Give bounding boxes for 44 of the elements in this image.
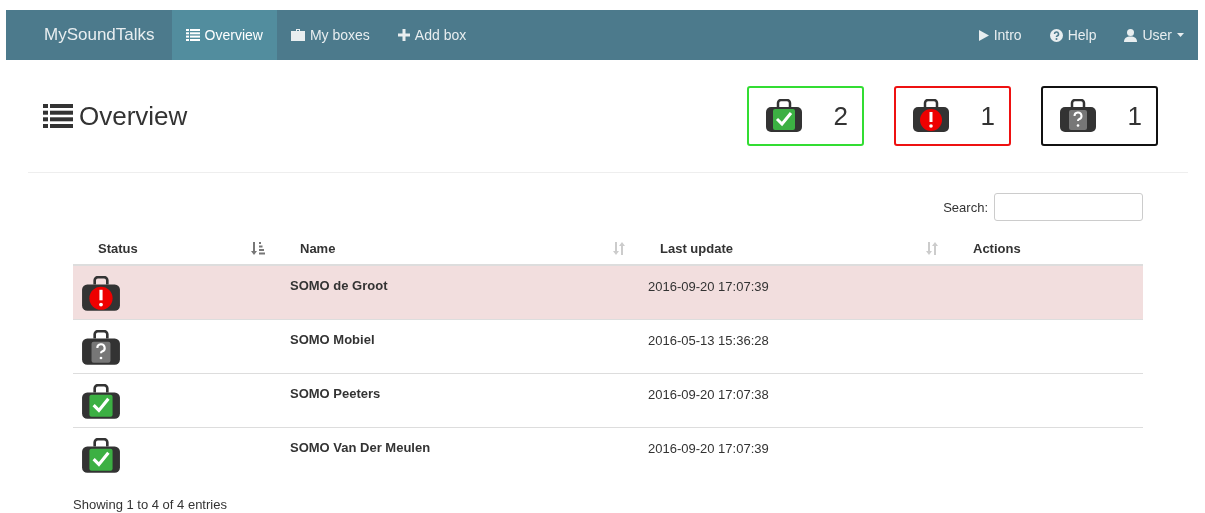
- user-icon: [1124, 28, 1138, 42]
- case-question-icon: [1059, 99, 1097, 133]
- nav-tab[interactable]: Overview: [171, 10, 277, 60]
- count-value: 1: [980, 100, 995, 132]
- help-icon: [1049, 28, 1063, 42]
- case-check-icon: [765, 99, 803, 133]
- sort-ascending-icon: [251, 242, 265, 255]
- count-value: 1: [1127, 100, 1142, 132]
- page-title: Overview: [79, 100, 188, 132]
- briefcase-icon: [290, 29, 305, 41]
- caret-icon: [1177, 33, 1184, 37]
- list-icon: [43, 104, 73, 128]
- plus-icon: [397, 29, 410, 41]
- sort-icon: [926, 242, 938, 255]
- nav-tab[interactable]: Add box: [383, 10, 481, 60]
- box-name: SOMO Mobiel: [290, 332, 375, 347]
- nav-tab[interactable]: My boxes: [276, 10, 384, 60]
- box-name: SOMO de Groot: [290, 278, 388, 293]
- last-update-cell: 2016-05-13 15:36:28: [648, 333, 769, 348]
- play-icon: [978, 29, 989, 41]
- search-label: Search:: [943, 199, 988, 215]
- last-update-cell: 2016-09-20 17:07:39: [648, 279, 769, 294]
- column-label: Name: [300, 241, 336, 256]
- nav-link[interactable]: Help: [1035, 10, 1111, 60]
- last-update-cell: 2016-09-20 17:07:38: [648, 387, 769, 402]
- brand-link[interactable]: MySoundTalks: [6, 10, 172, 60]
- search-field[interactable]: [994, 193, 1143, 221]
- nav-link[interactable]: Intro: [964, 10, 1036, 60]
- list-icon: [185, 29, 200, 41]
- case-alert-icon: [912, 99, 950, 133]
- column-label: Last update: [660, 241, 733, 256]
- box-name: SOMO Peeters: [290, 386, 381, 401]
- count-value: 2: [833, 100, 848, 132]
- table-info: Showing 1 to 4 of 4 entries: [73, 497, 228, 512]
- column-label: Status: [98, 241, 138, 256]
- case-check-icon: [81, 384, 121, 420]
- column-label: Actions: [973, 241, 1021, 256]
- nav-link[interactable]: User: [1110, 10, 1198, 60]
- case-alert-icon: [81, 276, 121, 312]
- case-check-icon: [81, 438, 121, 474]
- sort-icon: [613, 242, 625, 255]
- box-name: SOMO Van Der Meulen: [290, 440, 431, 455]
- case-question-icon: [81, 330, 121, 366]
- last-update-cell: 2016-09-20 17:07:39: [648, 441, 769, 456]
